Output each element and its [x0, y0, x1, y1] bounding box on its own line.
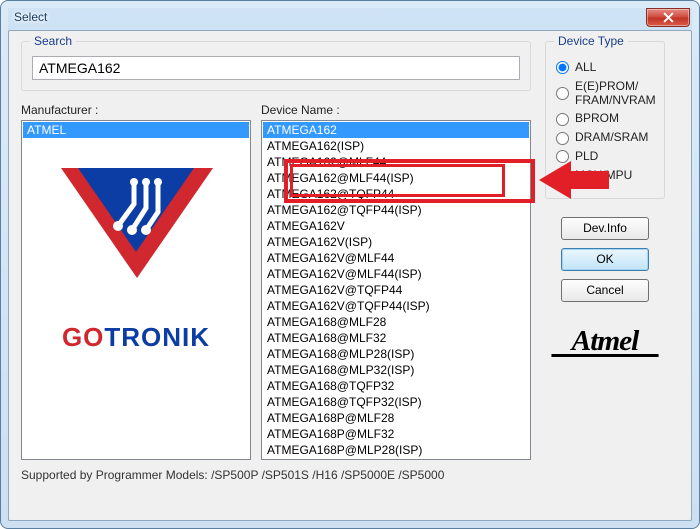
close-icon — [663, 12, 674, 23]
device-item[interactable]: ATMEGA168@TQFP32 — [263, 378, 529, 394]
dev-info-button[interactable]: Dev.Info — [561, 217, 649, 240]
radio-input[interactable] — [556, 150, 569, 163]
device-item[interactable]: ATMEGA162V@TQFP44 — [263, 282, 529, 298]
device-type-label: PLD — [575, 150, 598, 164]
search-group: Search — [21, 41, 531, 91]
device-type-label: BPROM — [575, 112, 619, 126]
footer-text: Supported by Programmer Models: /SP500P … — [21, 468, 531, 482]
device-item[interactable]: ATMEGA162@MLF44 — [263, 154, 529, 170]
device-type-group: Device Type ALLE(E)PROM/FRAM/NVRAMBPROMD… — [545, 41, 665, 199]
radio-input[interactable] — [556, 169, 569, 182]
device-item[interactable]: ATMEGA168P@MLP28(ISP) — [263, 442, 529, 458]
circuit-icon — [88, 176, 184, 248]
device-label: Device Name : — [261, 103, 531, 117]
button-stack: Dev.Info OK Cancel — [545, 213, 665, 306]
device-type-legend: Device Type — [554, 34, 628, 48]
radio-input[interactable] — [556, 61, 569, 74]
device-item[interactable]: ATMEGA162V — [263, 218, 529, 234]
window-chrome: Select Search Manufacturer : ATMEL — [0, 0, 700, 529]
device-item[interactable]: ATMEGA162@TQFP44(ISP) — [263, 202, 529, 218]
close-button[interactable] — [646, 8, 690, 27]
vendor-logo: Atmel — [542, 326, 668, 357]
device-type-option[interactable]: DRAM/SRAM — [556, 131, 654, 145]
device-type-option[interactable]: ALL — [556, 61, 654, 75]
window-title: Select — [14, 10, 47, 24]
client-area: Search Manufacturer : ATMEL — [8, 30, 692, 521]
device-item[interactable]: ATMEGA162 — [263, 122, 529, 138]
logo-text-tronik: TRONIK — [104, 322, 210, 352]
radio-input[interactable] — [556, 132, 569, 145]
right-column: Device Type ALLE(E)PROM/FRAM/NVRAMBPROMD… — [545, 41, 665, 482]
device-item[interactable]: ATMEGA162@MLF44(ISP) — [263, 170, 529, 186]
device-item[interactable]: ATMEGA168@TQFP32(ISP) — [263, 394, 529, 410]
radio-input[interactable] — [556, 87, 569, 100]
device-item[interactable]: ATMEGA168P@MLF32 — [263, 426, 529, 442]
device-type-option[interactable]: MCU/MPU — [556, 169, 654, 183]
device-type-label: DRAM/SRAM — [575, 131, 648, 145]
radio-input[interactable] — [556, 113, 569, 126]
cancel-button[interactable]: Cancel — [561, 279, 649, 302]
device-item[interactable]: ATMEGA168P@MLF28 — [263, 410, 529, 426]
device-item[interactable]: ATMEGA162V(ISP) — [263, 234, 529, 250]
ok-button[interactable]: OK — [561, 248, 649, 271]
manufacturer-label: Manufacturer : — [21, 103, 251, 117]
device-column: Device Name : ATMEGA162ATMEGA162(ISP)ATM… — [261, 103, 531, 460]
device-type-option[interactable]: BPROM — [556, 112, 654, 126]
manufacturer-column: Manufacturer : ATMEL — [21, 103, 251, 460]
left-column: Search Manufacturer : ATMEL — [21, 41, 531, 482]
device-type-label: E(E)PROM/FRAM/NVRAM — [575, 80, 656, 108]
device-item[interactable]: ATMEGA168@MLF28 — [263, 314, 529, 330]
vendor-logo-text: Atmel — [572, 326, 639, 357]
search-input[interactable] — [32, 56, 520, 80]
device-item[interactable]: ATMEGA162V@TQFP44(ISP) — [263, 298, 529, 314]
device-type-label: MCU/MPU — [575, 169, 632, 183]
device-type-label: ALL — [575, 61, 596, 75]
search-legend: Search — [30, 34, 76, 48]
titlebar: Select — [8, 8, 692, 30]
manufacturer-item[interactable]: ATMEL — [23, 122, 249, 138]
device-type-option[interactable]: PLD — [556, 150, 654, 164]
device-listbox[interactable]: ATMEGA162ATMEGA162(ISP)ATMEGA162@MLF44AT… — [261, 120, 531, 460]
device-item[interactable]: ATMEGA168@MLF32 — [263, 330, 529, 346]
manufacturer-listbox[interactable]: ATMEL — [21, 120, 251, 460]
logo-text-go: GO — [62, 322, 104, 352]
device-item[interactable]: ATMEGA162V@MLF44(ISP) — [263, 266, 529, 282]
device-item[interactable]: ATMEGA162(ISP) — [263, 138, 529, 154]
gotronik-logo: GOTRONIK — [23, 148, 249, 353]
device-item[interactable]: ATMEGA162V@MLF44 — [263, 250, 529, 266]
device-item[interactable]: ATMEGA168@MLP32(ISP) — [263, 362, 529, 378]
device-type-option[interactable]: E(E)PROM/FRAM/NVRAM — [556, 80, 654, 108]
device-item[interactable]: ATMEGA168@MLP28(ISP) — [263, 346, 529, 362]
device-item[interactable]: ATMEGA162@TQFP44 — [263, 186, 529, 202]
